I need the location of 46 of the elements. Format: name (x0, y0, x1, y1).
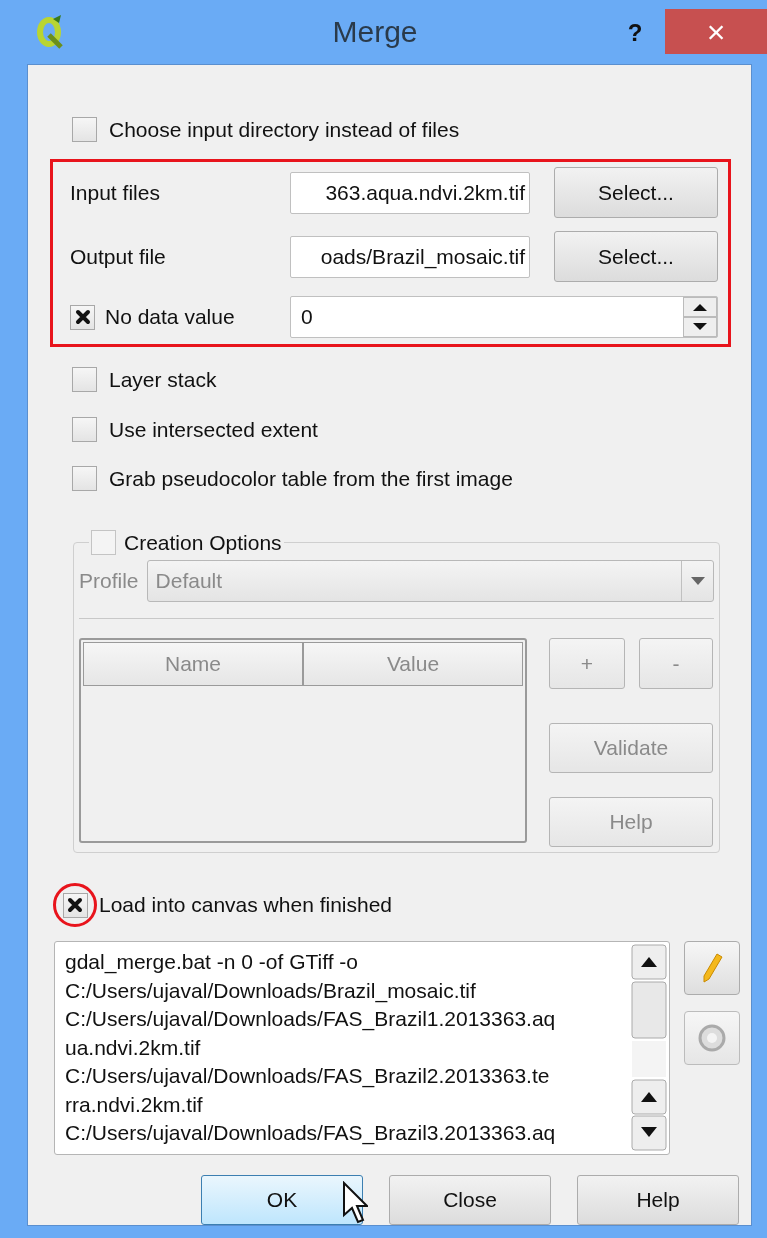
checkbox-label: No data value (105, 304, 235, 331)
command-line: rra.ndvi.2km.tif (65, 1091, 204, 1118)
command-line: C:/Users/ujaval/Downloads/Brazil_mosaic.tif (65, 977, 477, 1005)
checkbox-label: Use intersected extent (109, 416, 318, 443)
pencil-icon (701, 952, 723, 984)
reset-button[interactable] (684, 1011, 740, 1065)
checkbox-label: Load into canvas when finished (99, 892, 393, 919)
push-button[interactable]: Select... (554, 231, 718, 282)
dropdown-value: Default (154, 568, 224, 595)
window-title: Merge (331, 14, 419, 51)
command-line: gdal_merge.bat -n 0 -of GTiff -o (65, 949, 359, 976)
command-line: C:/Users/ujaval/Downloads/FAS_Brazil3.2013363.aq (65, 1120, 557, 1147)
checkbox[interactable] (72, 367, 97, 393)
cross-mark-icon (74, 309, 91, 325)
checkbox-label: Grab pseudocolor table from the first image (109, 466, 513, 492)
field-label: Input files (70, 179, 161, 206)
close-button[interactable]: × (665, 9, 767, 54)
checkbox-label: Layer stack (109, 367, 217, 393)
command-text-area[interactable] (54, 941, 670, 1155)
spin-box-value: 0 (300, 304, 314, 331)
command-line: ua.ndvi.2km.tif (65, 1034, 202, 1061)
push-button[interactable]: Close (389, 1175, 551, 1225)
spin-box[interactable]: 0 (290, 296, 718, 338)
cross-mark-icon (67, 897, 83, 913)
checkbox-label: Choose input directory instead of files (109, 116, 460, 143)
edit-button[interactable] (684, 941, 740, 995)
spin-arrows-icon[interactable] (683, 297, 717, 337)
push-button[interactable]: Help (577, 1175, 739, 1225)
checkbox[interactable] (72, 416, 97, 442)
scrollbar-drawing[interactable] (631, 944, 667, 1152)
checkbox[interactable] (72, 116, 97, 142)
command-line: C:/Users/ujaval/Downloads/FAS_Brazil2.2013363.te (65, 1063, 551, 1090)
field-label: Profile (79, 568, 139, 595)
text-field[interactable]: 363.aqua.ndvi.2km.tif (290, 171, 530, 214)
help-button[interactable]: ? (605, 8, 665, 58)
checkbox[interactable] (62, 892, 88, 918)
command-line: C:/Users/ujaval/Downloads/FAS_Brazil1.2013363.aq (65, 1006, 557, 1033)
text-field[interactable]: oads/Brazil_mosaic.tif (290, 235, 530, 278)
field-label: Output file (70, 243, 167, 270)
group-title: Creation Options (124, 529, 282, 556)
app-logo-icon (35, 14, 65, 49)
dropdown-caret-icon (690, 577, 705, 585)
mouse-pointer-icon (342, 1181, 368, 1225)
push-button[interactable]: Select... (554, 167, 718, 218)
checkbox[interactable] (70, 304, 95, 330)
checkbox[interactable] (72, 466, 97, 492)
